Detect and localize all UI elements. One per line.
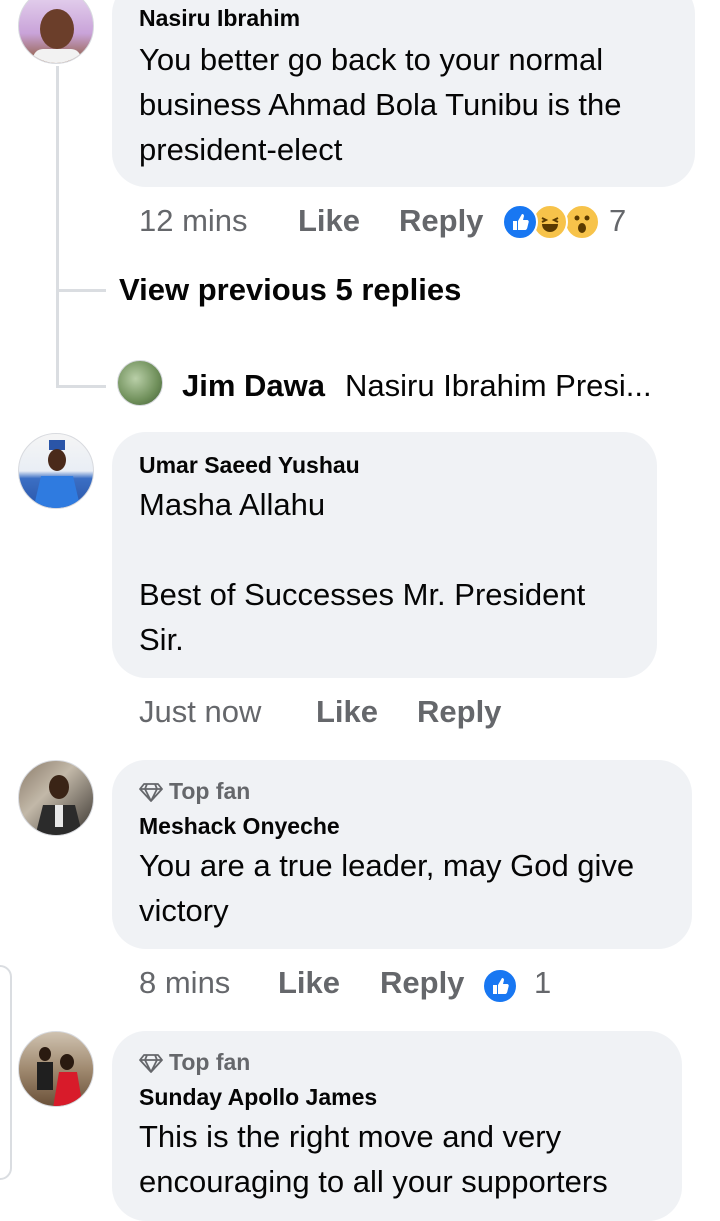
comment-text-line: You are a true leader, may God give — [139, 848, 635, 883]
comment-text-line: This is the right move and very — [139, 1119, 562, 1154]
like-reaction-icon — [502, 204, 538, 240]
avatar-jim-dawa[interactable] — [117, 360, 163, 406]
comment-text-line: encouraging to all your supporters — [139, 1164, 608, 1199]
person-icon — [37, 1047, 83, 1106]
comment-text-line: Sir. — [139, 622, 184, 657]
comment-time[interactable]: 12 mins — [139, 203, 248, 239]
diamond-icon — [139, 782, 163, 802]
comment-text-line: Masha Allahu — [139, 487, 326, 522]
comment-author[interactable]: Meshack Onyeche — [139, 813, 340, 840]
top-fan-label: Top fan — [169, 778, 251, 804]
person-icon — [33, 440, 81, 508]
thread-line-branch-1 — [56, 289, 106, 292]
comment-text: You better go back to your normal busine… — [139, 42, 622, 167]
like-button[interactable]: Like — [316, 694, 378, 730]
comment-author[interactable]: Sunday Apollo James — [139, 1084, 377, 1111]
like-reaction-icon — [482, 968, 518, 1004]
top-fan-badge: Top fan — [139, 1049, 250, 1076]
diamond-icon — [139, 1053, 163, 1073]
top-fan-badge: Top fan — [139, 778, 250, 805]
comment-text-line: Best of Successes Mr. President — [139, 577, 586, 612]
comment-time[interactable]: 8 mins — [139, 965, 230, 1001]
reaction-count[interactable]: 1 — [534, 965, 551, 1001]
like-button[interactable]: Like — [278, 965, 340, 1001]
collapsed-reply-author[interactable]: Jim Dawa — [182, 368, 325, 404]
avatar-meshack[interactable] — [18, 760, 94, 836]
thread-line-vertical — [56, 66, 59, 388]
avatar-sunday[interactable] — [18, 1031, 94, 1107]
avatar-umar[interactable] — [18, 433, 94, 509]
comment-author[interactable]: Nasiru Ibrahim — [139, 5, 300, 32]
reply-button[interactable]: Reply — [417, 694, 501, 730]
comment-text-line: victory — [139, 893, 229, 928]
top-fan-label: Top fan — [169, 1049, 251, 1075]
avatar-nasiru[interactable] — [18, 0, 94, 64]
reply-button[interactable]: Reply — [399, 203, 483, 239]
view-previous-replies-link[interactable]: View previous 5 replies — [119, 272, 461, 308]
side-panel-edge — [0, 965, 12, 1180]
collapsed-reply-preview[interactable]: Nasiru Ibrahim Presi... — [345, 368, 652, 404]
comment-author[interactable]: Umar Saeed Yushau — [139, 452, 360, 479]
like-button[interactable]: Like — [298, 203, 360, 239]
comment-time[interactable]: Just now — [139, 694, 261, 730]
person-icon — [35, 775, 83, 835]
thread-line-branch-2 — [56, 385, 106, 388]
reply-button[interactable]: Reply — [380, 965, 464, 1001]
person-icon — [33, 9, 81, 63]
reaction-count[interactable]: 7 — [609, 203, 626, 239]
wow-reaction-icon — [564, 204, 600, 240]
